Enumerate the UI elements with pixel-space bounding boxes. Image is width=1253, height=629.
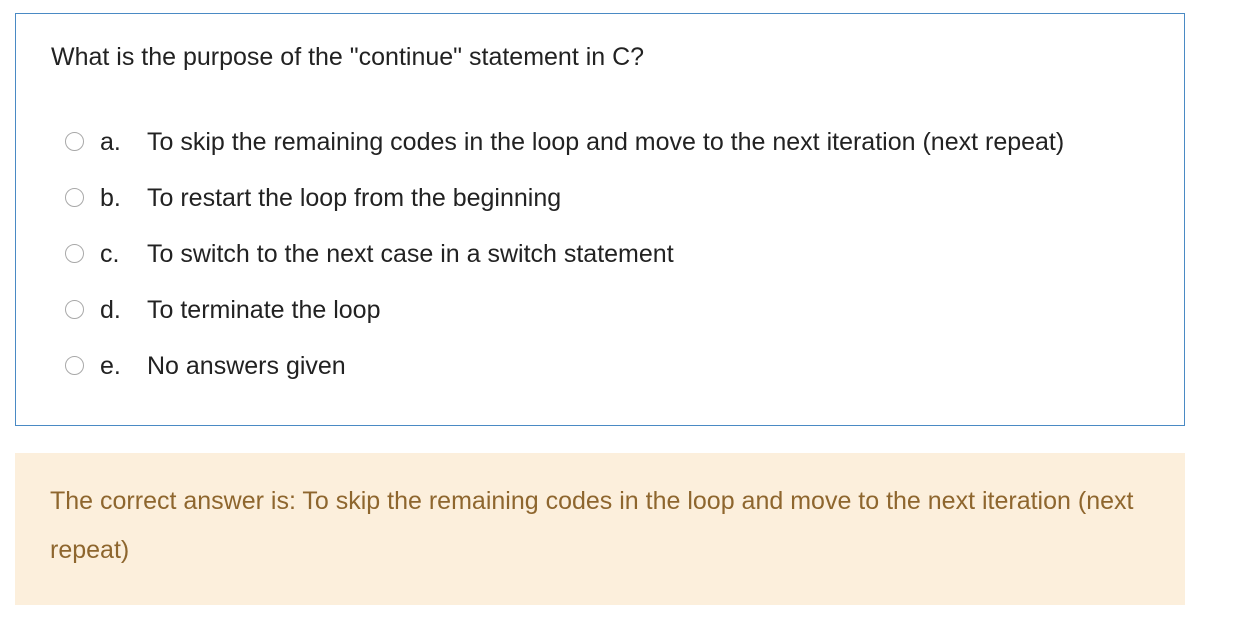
answer-option-b[interactable]: b. To restart the loop from the beginnin… (16, 178, 1184, 218)
radio-button-c[interactable] (65, 244, 84, 263)
answer-option-c[interactable]: c. To switch to the next case in a switc… (16, 234, 1184, 274)
answer-letter: b. (100, 184, 121, 212)
radio-button-d[interactable] (65, 300, 84, 319)
answer-option-a[interactable]: a. To skip the remaining codes in the lo… (16, 122, 1184, 162)
answer-text: To restart the loop from the beginning (147, 184, 562, 212)
answer-option-e[interactable]: e. No answers given (16, 346, 1184, 386)
answer-option-d[interactable]: d. To terminate the loop (16, 290, 1184, 330)
answer-letter: c. (100, 240, 120, 268)
question-text: What is the purpose of the "continue" st… (51, 43, 645, 71)
radio-button-e[interactable] (65, 356, 84, 375)
answer-text: To terminate the loop (147, 296, 381, 324)
radio-button-b[interactable] (65, 188, 84, 207)
quiz-page: What is the purpose of the "continue" st… (0, 0, 1253, 629)
radio-button-a[interactable] (65, 132, 84, 151)
answer-text: To skip the remaining codes in the loop … (147, 128, 1065, 156)
answer-text: To switch to the next case in a switch s… (147, 240, 674, 268)
question-box: What is the purpose of the "continue" st… (15, 13, 1185, 426)
answer-text: No answers given (147, 352, 346, 380)
answer-letter: d. (100, 296, 121, 324)
answer-letter: e. (100, 352, 121, 380)
answer-letter: a. (100, 128, 121, 156)
correct-answer-feedback: The correct answer is: To skip the remai… (15, 453, 1185, 605)
feedback-text: The correct answer is: To skip the remai… (50, 487, 1134, 564)
